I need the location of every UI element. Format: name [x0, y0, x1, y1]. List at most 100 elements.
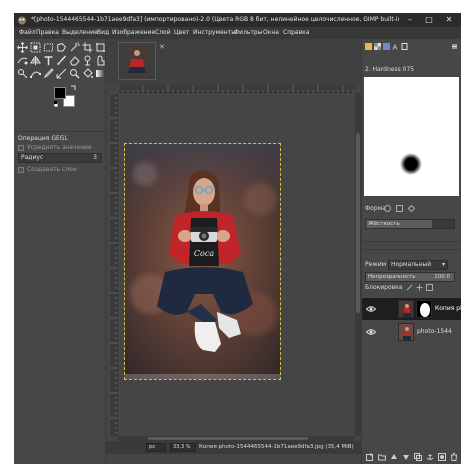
flip-icon[interactable]: [30, 55, 41, 66]
maximize-button[interactable]: □: [422, 14, 436, 26]
photo-woman-with-camera: Coca: [125, 144, 280, 379]
menu-file[interactable]: Файл: [19, 29, 36, 38]
clone-icon[interactable]: [82, 55, 93, 66]
horizontal-ruler[interactable]: [117, 85, 355, 93]
status-bar: px 33,3 % Копия photo-1544465544-1b71aee…: [106, 441, 361, 454]
menu-image[interactable]: Изображение: [112, 29, 155, 38]
menu-windows[interactable]: Окна: [263, 29, 279, 38]
zoom-icon[interactable]: [69, 68, 80, 79]
image-canvas[interactable]: Coca: [124, 143, 281, 380]
create-layers-checkbox[interactable]: [18, 167, 24, 173]
pattern-tab-icon[interactable]: [374, 43, 381, 50]
new-group-icon[interactable]: [378, 453, 386, 461]
unit-select[interactable]: px: [146, 443, 166, 452]
layer-row[interactable]: photo-1544: [362, 321, 461, 343]
minimize-button[interactable]: –: [403, 14, 417, 26]
close-button[interactable]: ✕: [442, 14, 456, 26]
dock-menu-icon[interactable]: [451, 43, 458, 50]
menu-layer[interactable]: Слой: [155, 29, 171, 38]
scroll-thumb[interactable]: [148, 437, 308, 440]
move-icon[interactable]: [17, 42, 28, 53]
average-value-label: Усреднять значение: [27, 144, 92, 151]
image-thumbnail: [127, 45, 147, 77]
default-colors-icon[interactable]: [54, 101, 60, 107]
anchor-layer-icon[interactable]: [426, 453, 434, 461]
close-tab-icon[interactable]: ✕: [158, 43, 166, 51]
text-icon[interactable]: [43, 55, 54, 66]
scroll-thumb[interactable]: [356, 133, 360, 313]
gradient-icon[interactable]: [95, 68, 106, 79]
image-tabs: ✕: [106, 39, 361, 85]
window-title: *[photo-1544465544-1b71aee9dfa3] (импорт…: [31, 16, 399, 23]
swap-colors-icon[interactable]: [70, 85, 76, 91]
shape-circle-icon[interactable]: [384, 205, 391, 212]
toolbox-panel: Операция GEGL Усреднять значение Радиус …: [14, 39, 106, 464]
font-tab-icon[interactable]: A: [392, 43, 399, 51]
shape-diamond-icon[interactable]: [408, 205, 415, 212]
align-icon[interactable]: [30, 42, 41, 53]
smudge-icon[interactable]: [95, 55, 106, 66]
paintbrush-icon[interactable]: [56, 55, 67, 66]
menu-view[interactable]: Вид: [97, 29, 109, 38]
form-label: Форма: [365, 205, 386, 212]
unified-transform-icon[interactable]: [95, 42, 106, 53]
create-layers-label: Создавать слои: [27, 166, 77, 173]
eye-icon[interactable]: [366, 328, 376, 336]
lock-pixels-icon[interactable]: [406, 284, 413, 291]
lock-position-icon[interactable]: [416, 284, 423, 291]
layer-mask-icon[interactable]: [438, 453, 446, 461]
hardness-label: Жёсткость: [368, 221, 400, 227]
delete-layer-icon[interactable]: [450, 453, 458, 461]
divider: [14, 131, 106, 132]
layer-name[interactable]: photo-1544: [417, 328, 461, 336]
document-tab-icon[interactable]: [401, 43, 408, 50]
hardness-slider[interactable]: Жёсткость: [365, 219, 455, 229]
path-icon[interactable]: [30, 68, 41, 79]
svg-text:A: A: [393, 44, 398, 51]
foreground-color-swatch[interactable]: [54, 87, 66, 99]
layer-name[interactable]: Копия pho: [435, 305, 461, 313]
menu-tools[interactable]: Инструменты: [193, 29, 236, 38]
warp-icon[interactable]: [17, 55, 28, 66]
rect-select-icon[interactable]: [43, 42, 54, 53]
layer-row-selected[interactable]: Копия pho: [362, 298, 461, 320]
menu-filters[interactable]: Фильтры: [234, 29, 262, 38]
measure-icon[interactable]: [56, 68, 67, 79]
duplicate-layer-icon[interactable]: [414, 453, 422, 461]
image-tab-thumbnail[interactable]: [118, 42, 156, 80]
menu-select[interactable]: Выделение: [62, 29, 98, 38]
vertical-ruler[interactable]: [110, 92, 118, 436]
dock-panel: A 2. Hardness 075 Форма Жёсткость Режим …: [361, 39, 461, 464]
bucket-fill-icon[interactable]: [82, 68, 93, 79]
layer-thumbnail: [398, 300, 414, 318]
eye-icon[interactable]: [366, 305, 376, 313]
shape-square-icon[interactable]: [396, 205, 403, 212]
raise-layer-icon[interactable]: [390, 453, 398, 461]
brush-preview[interactable]: [364, 77, 459, 196]
color-picker-icon[interactable]: [43, 68, 54, 79]
free-select-icon[interactable]: [56, 42, 67, 53]
gimp-window: *[photo-1544465544-1b71aee9dfa3] (импорт…: [14, 13, 461, 464]
new-layer-icon[interactable]: [366, 453, 374, 461]
zoom-select[interactable]: 33,3 %: [170, 443, 196, 452]
dodge-icon[interactable]: [17, 68, 28, 79]
crop-icon[interactable]: [82, 42, 93, 53]
menu-bar: Файл Правка Выделение Вид Изображение Сл…: [14, 27, 461, 39]
shirt-logo: Coca: [194, 249, 214, 258]
blend-mode-value: Нормальный: [391, 261, 432, 268]
fuzzy-select-icon[interactable]: [69, 42, 80, 53]
lower-layer-icon[interactable]: [402, 453, 410, 461]
menu-colors[interactable]: Цвет: [174, 29, 189, 38]
opacity-slider[interactable]: Непрозрачность 100.0: [365, 272, 455, 282]
menu-edit[interactable]: Правка: [36, 29, 59, 38]
gradient-tab-icon[interactable]: [383, 43, 390, 50]
lock-alpha-icon[interactable]: [426, 284, 433, 291]
radius-field[interactable]: Радиус 3: [18, 153, 102, 163]
opacity-label: Непрозрачность: [368, 274, 416, 280]
blend-mode-select[interactable]: Нормальный ▾: [388, 260, 448, 270]
brush-tab-icon[interactable]: [365, 43, 372, 50]
menu-help[interactable]: Справка: [283, 29, 309, 38]
average-value-checkbox[interactable]: [18, 145, 24, 151]
status-info: Копия photo-1544465544-1b71aee9dfa3.jpg …: [199, 444, 354, 450]
eraser-icon[interactable]: [69, 55, 80, 66]
